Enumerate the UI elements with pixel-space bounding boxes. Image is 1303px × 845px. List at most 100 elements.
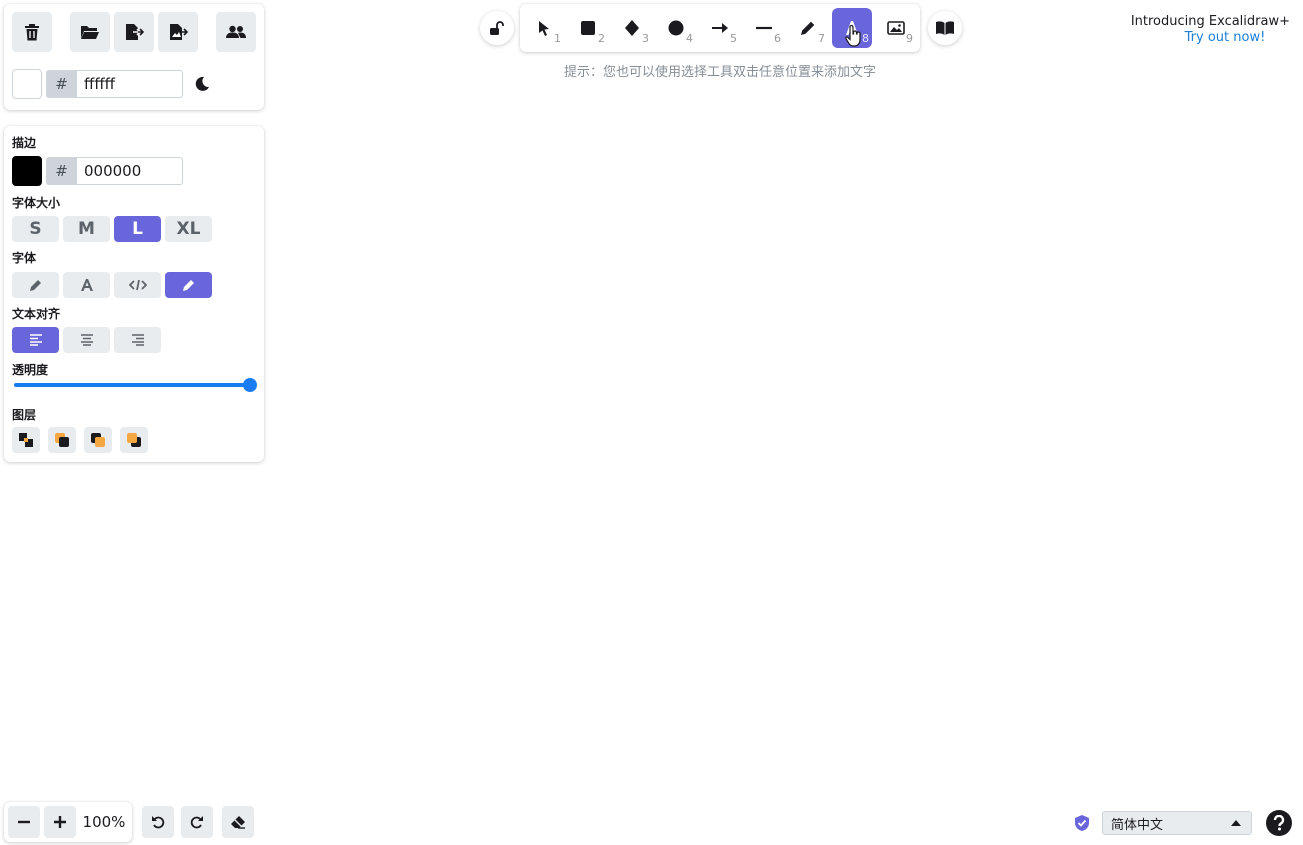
arrow-tool[interactable]: 5 bbox=[700, 8, 740, 48]
hash-label: # bbox=[46, 157, 77, 185]
library-button[interactable] bbox=[928, 11, 962, 45]
send-to-back-button[interactable] bbox=[12, 427, 40, 453]
open-file-button[interactable] bbox=[70, 12, 110, 52]
send-to-back-icon bbox=[19, 433, 33, 447]
align-center-icon bbox=[80, 334, 93, 346]
zoom-out-button[interactable] bbox=[8, 806, 40, 838]
zoom-controls: 100% bbox=[4, 802, 132, 842]
arrow-icon bbox=[712, 23, 728, 33]
undo-button[interactable] bbox=[142, 806, 174, 838]
font-normal-button[interactable] bbox=[63, 272, 110, 298]
zoom-in-button[interactable] bbox=[44, 806, 76, 838]
text-align-right-button[interactable] bbox=[114, 327, 161, 353]
font-size-s-button[interactable]: S bbox=[12, 216, 59, 242]
excalidraw-plus-promo: Introducing Excalidraw+ Try out now! bbox=[1120, 14, 1290, 45]
bring-to-front-button[interactable] bbox=[120, 427, 148, 453]
image-tool[interactable]: 9 bbox=[876, 8, 916, 48]
tool-shortcut-number: 5 bbox=[730, 32, 737, 45]
canvas-actions-panel: # ffffff bbox=[4, 4, 264, 110]
moon-icon bbox=[195, 76, 209, 91]
send-backward-button[interactable] bbox=[48, 427, 76, 453]
hash-label: # bbox=[46, 70, 77, 98]
tool-shortcut-number: 6 bbox=[774, 32, 781, 45]
ellipse-icon bbox=[668, 20, 684, 36]
bring-to-front-icon bbox=[127, 433, 141, 447]
image-icon bbox=[887, 21, 905, 35]
tool-shortcut-number: 2 bbox=[598, 32, 605, 45]
align-left-icon bbox=[29, 334, 42, 346]
stroke-label: 描边 bbox=[12, 136, 37, 150]
tool-shortcut-number: 3 bbox=[642, 32, 649, 45]
diamond-tool[interactable]: 3 bbox=[612, 8, 652, 48]
opacity-slider-handle[interactable] bbox=[243, 378, 257, 392]
text-align-left-button[interactable] bbox=[12, 327, 59, 353]
live-collaboration-button[interactable] bbox=[216, 12, 256, 52]
lock-tool-button[interactable] bbox=[480, 11, 514, 45]
eraser-button[interactable] bbox=[222, 806, 254, 838]
canvas-background-hex-input[interactable]: ffffff bbox=[77, 70, 183, 98]
help-button[interactable] bbox=[1266, 810, 1292, 836]
users-icon bbox=[226, 25, 246, 38]
tool-shortcut-number: 4 bbox=[686, 32, 693, 45]
stroke-color-swatch[interactable] bbox=[12, 156, 42, 186]
stroke-hex-input[interactable]: 000000 bbox=[77, 157, 183, 185]
book-open-icon bbox=[936, 21, 954, 35]
rectangle-icon bbox=[581, 21, 595, 35]
eraser-icon bbox=[231, 816, 245, 829]
rectangle-tool[interactable]: 2 bbox=[568, 8, 608, 48]
dark-mode-toggle[interactable] bbox=[192, 74, 212, 94]
folder-open-icon bbox=[81, 26, 99, 39]
language-selected: 简体中文 bbox=[1111, 817, 1164, 833]
font-excalifont-button[interactable] bbox=[165, 272, 212, 298]
zoom-level[interactable]: 100% bbox=[80, 813, 128, 831]
image-export-icon bbox=[170, 24, 188, 40]
opacity-slider-track[interactable] bbox=[14, 383, 254, 387]
file-export-icon bbox=[126, 24, 144, 40]
letter-a-icon bbox=[80, 279, 93, 291]
hand-cursor-icon bbox=[845, 25, 861, 47]
shapes-toolbar: 1 2 3 4 5 6 7 8 9 bbox=[520, 4, 920, 52]
text-align-label: 文本对齐 bbox=[12, 307, 61, 321]
caret-up-icon bbox=[1231, 820, 1241, 826]
layers-label: 图层 bbox=[12, 408, 37, 422]
language-select[interactable]: 简体中文 bbox=[1102, 811, 1252, 835]
export-image-button[interactable] bbox=[158, 12, 198, 52]
text-tool[interactable]: 8 bbox=[832, 8, 872, 48]
font-size-l-button[interactable]: L bbox=[114, 216, 161, 242]
tool-shortcut-number: 9 bbox=[906, 32, 913, 45]
selection-arrow-icon bbox=[539, 21, 549, 36]
text-align-center-button[interactable] bbox=[63, 327, 110, 353]
pencil-draw-icon bbox=[801, 21, 815, 35]
clear-canvas-button[interactable] bbox=[12, 12, 52, 52]
pencil-icon bbox=[182, 280, 194, 291]
code-icon bbox=[128, 279, 147, 291]
opacity-label: 透明度 bbox=[12, 363, 49, 377]
tool-shortcut-number: 1 bbox=[554, 32, 561, 45]
tool-shortcut-number: 7 bbox=[818, 32, 825, 45]
tool-shortcut-number: 8 bbox=[862, 32, 869, 45]
canvas-background-swatch[interactable] bbox=[12, 69, 42, 99]
send-backward-icon bbox=[55, 433, 69, 447]
draw-tool[interactable]: 7 bbox=[788, 8, 828, 48]
trash-icon bbox=[25, 24, 39, 41]
export-file-button[interactable] bbox=[114, 12, 154, 52]
align-right-icon bbox=[131, 334, 144, 346]
redo-button[interactable] bbox=[181, 806, 213, 838]
selection-tool[interactable]: 1 bbox=[524, 8, 564, 48]
promo-title: Introducing Excalidraw+ bbox=[1130, 14, 1290, 29]
promo-link[interactable]: Try out now! bbox=[1120, 30, 1290, 45]
line-icon bbox=[756, 26, 772, 30]
font-size-label: 字体大小 bbox=[12, 196, 61, 210]
element-properties-panel: 描边 # 000000 字体大小 S M L XL 字体 文本对齐 透明度 图层 bbox=[4, 126, 264, 462]
ellipse-tool[interactable]: 4 bbox=[656, 8, 696, 48]
redo-icon bbox=[190, 816, 203, 829]
bring-forward-icon bbox=[91, 433, 105, 447]
bring-forward-button[interactable] bbox=[84, 427, 112, 453]
font-hand-drawn-button[interactable] bbox=[12, 272, 59, 298]
font-code-button[interactable] bbox=[114, 272, 161, 298]
font-size-xl-button[interactable]: XL bbox=[165, 216, 212, 242]
line-tool[interactable]: 6 bbox=[744, 8, 784, 48]
font-size-m-button[interactable]: M bbox=[63, 216, 110, 242]
encryption-shield-icon[interactable] bbox=[1072, 813, 1092, 833]
font-family-label: 字体 bbox=[12, 251, 37, 265]
